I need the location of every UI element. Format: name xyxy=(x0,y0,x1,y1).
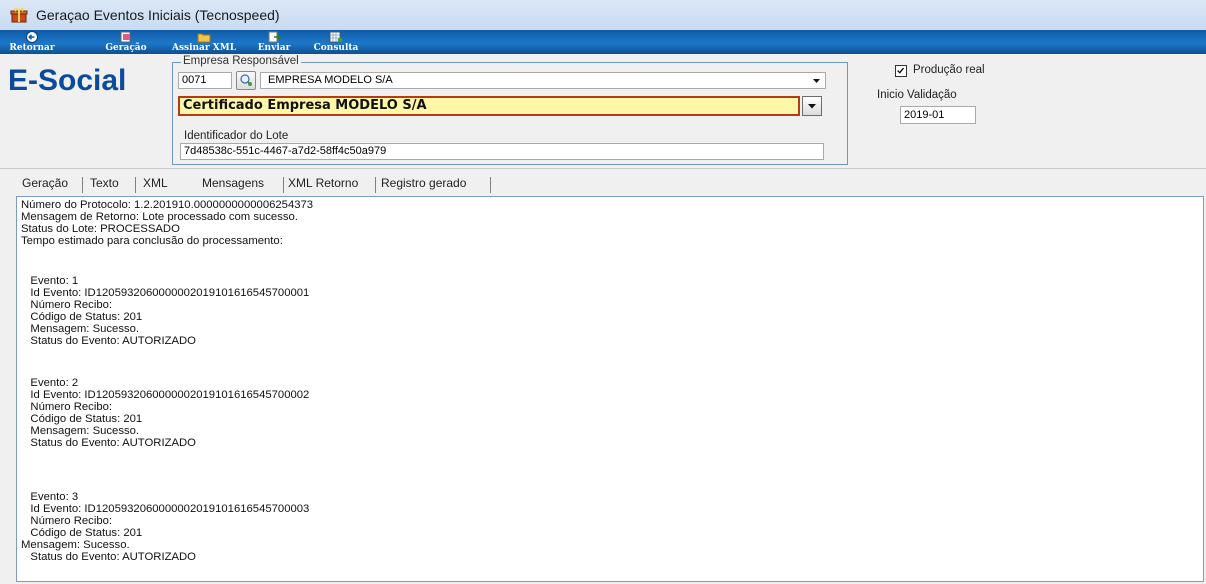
message-line: Id Evento: ID120593206000000201910161654… xyxy=(21,389,310,401)
search-icon xyxy=(240,74,252,86)
empresa-name: EMPRESA MODELO S/A xyxy=(268,74,393,86)
query-icon xyxy=(329,31,343,43)
inicio-validacao-field[interactable]: 2019-01 xyxy=(900,106,976,124)
chevron-down-icon xyxy=(808,104,816,109)
certificado-field[interactable]: Certificado Empresa MODELO S/A xyxy=(178,96,800,116)
checkmark-icon xyxy=(897,67,905,74)
tab-separator xyxy=(135,177,136,193)
toolbar: Retornar Geração Assinar XML Enviar Cons… xyxy=(0,30,1206,54)
message-line: Mensagem: Sucesso. xyxy=(21,425,140,437)
empresa-lookup-button[interactable] xyxy=(236,71,256,90)
geracao-button[interactable]: Geração xyxy=(100,30,152,54)
producao-checkbox[interactable] xyxy=(895,65,907,77)
inicio-validacao-label: Inicio Validação xyxy=(877,89,957,101)
message-line: Número Recibo: xyxy=(21,515,113,527)
tab-xml[interactable]: XML xyxy=(143,176,168,190)
back-arrow-icon xyxy=(26,31,38,43)
message-line: Evento: 1 xyxy=(21,275,79,287)
certificado-dropdown-button[interactable] xyxy=(802,96,822,116)
empresa-legend: Empresa Responsável xyxy=(181,55,301,67)
assinar-xml-button[interactable]: Assinar XML xyxy=(164,30,244,54)
message-line: Número do Protocolo: 1.2.201910.00000000… xyxy=(21,199,314,211)
tab-texto[interactable]: Texto xyxy=(90,176,119,190)
producao-label: Produção real xyxy=(913,64,985,76)
app-gift-icon xyxy=(10,7,28,23)
message-line: Mensagem: Sucesso. xyxy=(21,323,140,335)
message-line: Status do Evento: AUTORIZADO xyxy=(21,437,196,449)
tab-separator xyxy=(375,177,376,193)
message-line: Status do Evento: AUTORIZADO xyxy=(21,335,196,347)
lote-label: Identificador do Lote xyxy=(184,130,289,142)
message-line: Código de Status: 201 xyxy=(21,311,143,323)
tab-separator xyxy=(490,177,491,193)
message-line: Mensagem de Retorno: Lote processado com… xyxy=(21,211,298,223)
tab-registro-gerado[interactable]: Registro gerado xyxy=(381,176,466,190)
message-line: Id Evento: ID120593206000000201910161654… xyxy=(21,287,310,299)
empresa-select[interactable]: EMPRESA MODELO S/A xyxy=(260,72,826,89)
tab-geracao[interactable]: Geração xyxy=(22,176,68,190)
esocial-logo: E-Social xyxy=(8,64,127,97)
enviar-button[interactable]: Enviar xyxy=(252,30,296,54)
tab-mensagens[interactable]: Mensagens xyxy=(202,176,264,190)
message-line: Id Evento: ID120593206000000201910161654… xyxy=(21,503,310,515)
message-line: Evento: 2 xyxy=(21,377,79,389)
retornar-button[interactable]: Retornar xyxy=(8,30,56,54)
consulta-button[interactable]: Consulta xyxy=(306,30,366,54)
message-line: Status do Lote: PROCESSADO xyxy=(21,223,180,235)
message-line: Código de Status: 201 xyxy=(21,413,143,425)
message-line: Número Recibo: xyxy=(21,299,113,311)
tab-xml-retorno[interactable]: XML Retorno xyxy=(288,176,358,190)
send-icon xyxy=(268,31,281,43)
message-line: Status do Evento: AUTORIZADO xyxy=(21,551,196,563)
chevron-down-icon xyxy=(813,79,820,83)
message-line: Mensagem: Sucesso. xyxy=(21,539,130,551)
lote-field[interactable]: 7d48538c-551c-4467-a7d2-58ff4c50a979 xyxy=(180,143,824,160)
tab-separator xyxy=(283,177,284,193)
message-line: Número Recibo: xyxy=(21,401,113,413)
message-line: Código de Status: 201 xyxy=(21,527,143,539)
message-line: Evento: 3 xyxy=(21,491,79,503)
messages-textarea[interactable]: Número do Protocolo: 1.2.201910.00000000… xyxy=(16,196,1204,582)
generate-icon xyxy=(120,31,131,43)
folder-sign-icon xyxy=(197,33,211,43)
message-line: Tempo estimado para conclusão do process… xyxy=(21,235,283,247)
tab-separator xyxy=(82,177,83,193)
window-title: Geraçao Eventos Iniciais (Tecnospeed) xyxy=(36,7,280,23)
title-bar: Geraçao Eventos Iniciais (Tecnospeed) xyxy=(0,0,1206,31)
tab-bar: Geração Texto XML Mensagens XML Retorno … xyxy=(12,174,1206,196)
empresa-code-field[interactable]: 0071 xyxy=(178,72,232,89)
